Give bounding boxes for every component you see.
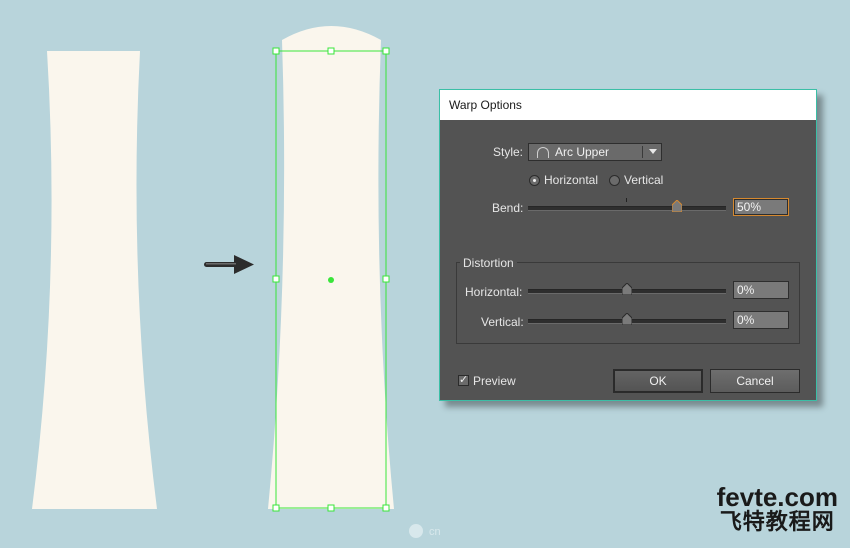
bend-slider-track[interactable]	[528, 206, 726, 211]
original-shape	[32, 51, 157, 509]
arrow-right-icon	[204, 255, 254, 274]
dialog-title[interactable]: Warp Options	[440, 90, 816, 120]
distortion-vertical-input[interactable]: 0%	[733, 311, 789, 329]
horizontal-radio-label[interactable]: Horizontal	[544, 173, 598, 187]
center-point	[328, 277, 334, 283]
watermark: fevte.com 飞特教程网	[717, 484, 838, 536]
distortion-group-label: Distortion	[460, 256, 517, 270]
horizontal-radio[interactable]	[529, 175, 540, 186]
distortion-horizontal-label: Horizontal:	[465, 285, 523, 299]
warped-shape[interactable]	[268, 26, 394, 509]
handle-bottom-center	[327, 504, 335, 512]
style-dropdown[interactable]: Arc Upper	[528, 143, 662, 161]
distortion-vertical-slider-thumb[interactable]	[622, 313, 632, 325]
arc-upper-icon	[537, 147, 549, 158]
handle-top-right	[382, 47, 390, 55]
vertical-radio-label[interactable]: Vertical	[624, 173, 663, 187]
bend-input[interactable]: 50%	[733, 198, 789, 216]
style-label: Style:	[493, 145, 524, 159]
ok-button[interactable]: OK	[613, 369, 703, 393]
watermark-line1: fevte.com	[716, 482, 838, 512]
cancel-button[interactable]: Cancel	[710, 369, 800, 393]
ui-logo-icon	[409, 524, 423, 538]
handle-top-center	[327, 47, 335, 55]
handle-top-left	[272, 47, 280, 55]
handle-bottom-left	[272, 504, 280, 512]
handle-middle-right	[382, 275, 390, 283]
preview-label[interactable]: Preview	[473, 374, 516, 388]
style-value: Arc Upper	[555, 145, 610, 159]
chevron-down-icon[interactable]	[649, 149, 657, 154]
vertical-radio[interactable]	[609, 175, 620, 186]
watermark-small: cn	[429, 526, 441, 538]
bend-center-tick	[626, 198, 627, 202]
preview-checkbox[interactable]	[458, 373, 469, 386]
distortion-vertical-label: Vertical:	[481, 315, 524, 329]
handle-bottom-right	[382, 504, 390, 512]
bend-slider-thumb[interactable]	[671, 200, 682, 212]
watermark-line2: 飞特教程网	[719, 510, 835, 535]
distortion-horizontal-input[interactable]: 0%	[733, 281, 789, 299]
distortion-horizontal-slider-thumb[interactable]	[622, 283, 632, 295]
bend-label: Bend:	[492, 201, 524, 215]
handle-middle-left	[272, 275, 280, 283]
distortion-group	[456, 262, 800, 344]
dialog-body: Style: Arc Upper Horizontal Vertical Ben…	[440, 120, 816, 400]
warp-options-dialog: Warp Options Style: Arc Upper Horizontal…	[439, 89, 817, 401]
